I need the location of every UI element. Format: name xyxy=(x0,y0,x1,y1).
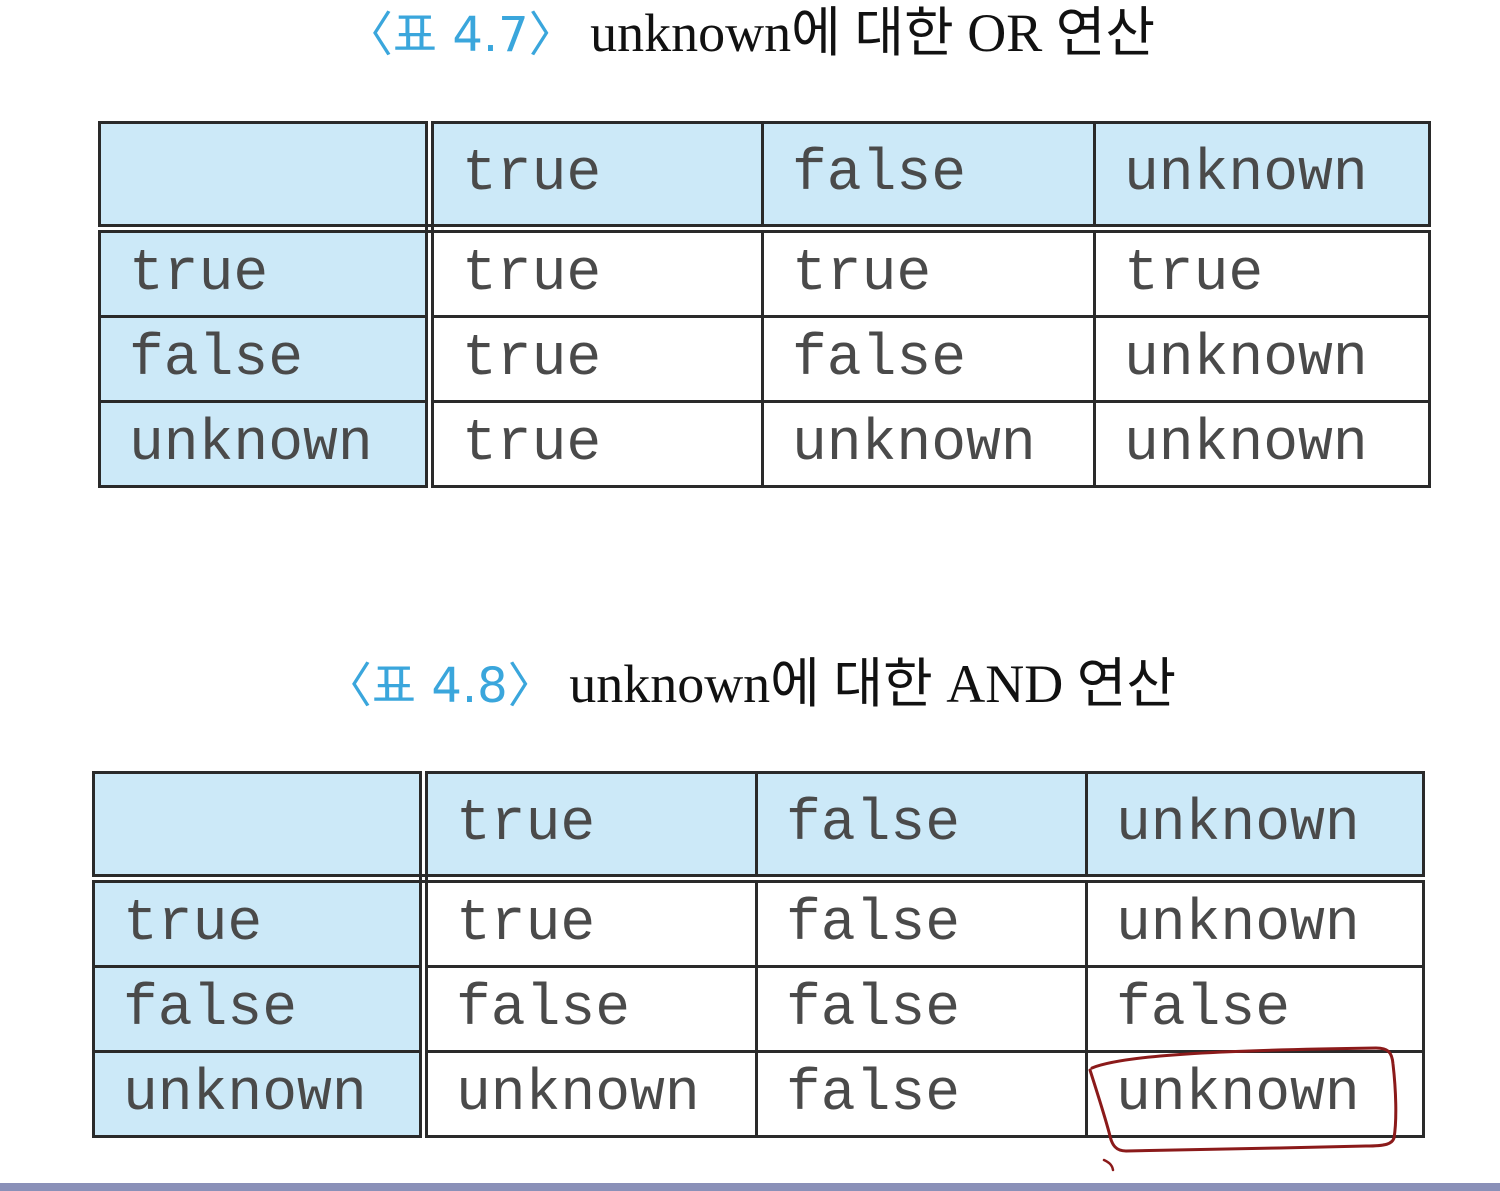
row-header-cell: false xyxy=(98,315,434,403)
table-cell: true xyxy=(428,315,764,403)
header-cell: unknown xyxy=(1093,121,1431,233)
row-header-cell: true xyxy=(98,227,434,318)
or-truth-table: true false unknown true true true true f… xyxy=(98,121,1431,488)
table-cell: true xyxy=(422,877,758,968)
row-header-cell: unknown xyxy=(98,400,434,488)
table-cell: false xyxy=(761,315,1096,403)
table-cell: false xyxy=(755,965,1088,1053)
caption-text: unknown에 대한 OR 연산 xyxy=(590,3,1156,63)
caption-text: unknown에 대한 AND 연산 xyxy=(569,654,1177,714)
table-row: unknown unknown false unknown xyxy=(92,1050,1425,1138)
table-cell: unknown xyxy=(761,400,1096,488)
table-header-row: true false unknown xyxy=(98,121,1431,233)
highlighted-cell: unknown xyxy=(1085,1050,1425,1138)
header-cell: true xyxy=(422,771,758,883)
header-corner-cell xyxy=(98,121,434,233)
table-cell: true xyxy=(428,227,764,318)
header-cell: false xyxy=(755,771,1088,883)
header-corner-cell xyxy=(92,771,428,883)
table-row: false true false unknown xyxy=(98,315,1431,403)
table-cell: unknown xyxy=(1093,315,1431,403)
and-truth-table: true false unknown true true false unkno… xyxy=(92,771,1425,1138)
table-caption-or: 〈표 4.7〉 unknown에 대한 OR 연산 xyxy=(0,6,1500,60)
table-cell: true xyxy=(1093,227,1431,318)
table-cell: false xyxy=(422,965,758,1053)
table-header-row: true false unknown xyxy=(92,771,1425,883)
table-cell: unknown xyxy=(1085,877,1425,968)
table-cell: false xyxy=(755,1050,1088,1138)
row-header-cell: true xyxy=(92,877,428,968)
table-cell: unknown xyxy=(1093,400,1431,488)
table-row: unknown true unknown unknown xyxy=(98,400,1431,488)
table-cell: false xyxy=(1085,965,1425,1053)
table-caption-and: 〈표 4.8〉 unknown에 대한 AND 연산 xyxy=(0,657,1500,711)
row-header-cell: false xyxy=(92,965,428,1053)
bottom-bar xyxy=(0,1183,1500,1191)
caption-label: 〈표 4.7〉 xyxy=(344,7,577,63)
table-row: true true true true xyxy=(98,227,1431,318)
table-row: true true false unknown xyxy=(92,877,1425,968)
table-cell: unknown xyxy=(422,1050,758,1138)
row-header-cell: unknown xyxy=(92,1050,428,1138)
header-cell: unknown xyxy=(1085,771,1425,883)
caption-label: 〈표 4.8〉 xyxy=(323,658,556,714)
table-cell: false xyxy=(755,877,1088,968)
table-cell: true xyxy=(761,227,1096,318)
table-cell: true xyxy=(428,400,764,488)
table-row: false false false false xyxy=(92,965,1425,1053)
header-cell: false xyxy=(761,121,1096,233)
header-cell: true xyxy=(428,121,764,233)
annotation-tick xyxy=(1102,1158,1115,1172)
